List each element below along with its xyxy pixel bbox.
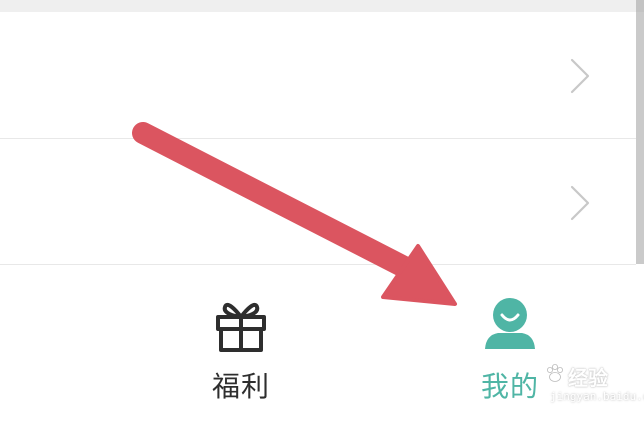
gift-icon	[216, 302, 266, 352]
tab-label: 福利	[211, 370, 270, 403]
top-strip	[0, 0, 644, 12]
scrollbar[interactable]	[636, 0, 644, 264]
chevron-right-icon	[570, 58, 590, 94]
paw-icon	[547, 364, 563, 382]
watermark-url: jingyan.baidu.com	[550, 390, 644, 403]
list-item[interactable]	[0, 139, 636, 265]
person-icon	[485, 298, 535, 349]
watermark: 经验 jingyan.baidu.com	[540, 356, 644, 406]
chevron-right-icon	[570, 185, 590, 221]
list-item[interactable]	[0, 12, 636, 138]
tab-welfare[interactable]: 福利	[161, 265, 321, 424]
watermark-text: 经验	[568, 366, 608, 390]
